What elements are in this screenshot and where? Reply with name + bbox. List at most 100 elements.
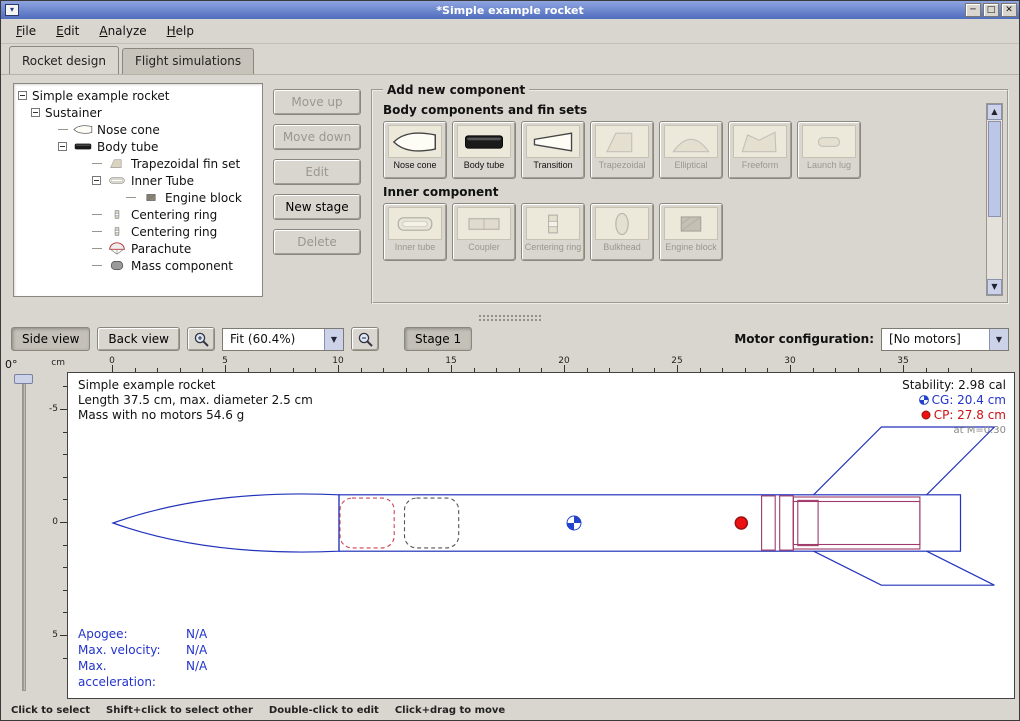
title-bar[interactable]: ▾ *Simple example rocket ─ □ ✕ <box>1 1 1019 19</box>
move-down-button[interactable]: Move down <box>273 124 361 150</box>
tree-item-label: Inner Tube <box>131 174 194 188</box>
splitter-grip-icon[interactable] <box>478 314 542 321</box>
centering-ring-1-outline <box>762 496 776 550</box>
scroll-down-icon[interactable]: ▼ <box>987 279 1002 295</box>
tree-item-icon <box>106 208 128 221</box>
menu-item[interactable]: File <box>7 21 45 41</box>
lower-fin-outline[interactable] <box>814 551 995 585</box>
nose-cone-outline[interactable] <box>113 494 339 552</box>
scrollbar-thumb[interactable] <box>988 121 1001 217</box>
rocket-name: Simple example rocket <box>78 378 313 393</box>
motor-mount-group[interactable] <box>762 496 920 550</box>
action-button-column: Move up Move down Edit New stage Delete <box>273 83 361 304</box>
component-button-label: Centering ring <box>525 243 582 252</box>
tree-item-parachute[interactable]: Parachute <box>14 240 262 257</box>
component-button-label: Transition <box>533 161 572 170</box>
tree-expander-icon[interactable] <box>58 142 67 151</box>
delete-button[interactable]: Delete <box>273 229 361 255</box>
body-tube-outline[interactable] <box>339 495 961 551</box>
component-button-label: Body tube <box>464 161 505 170</box>
add-body-tube-button[interactable]: Body tube <box>452 121 516 179</box>
tree-item-centering-ring-2[interactable]: Centering ring <box>14 223 262 240</box>
status-hint: Shift+click to select other <box>106 705 253 716</box>
tree-item-rocket[interactable]: Simple example rocket <box>14 87 262 104</box>
add-freeform-button[interactable]: Freeform <box>728 121 792 179</box>
side-view-button[interactable]: Side view <box>11 327 90 351</box>
move-up-button[interactable]: Move up <box>273 89 361 115</box>
add-nose-cone-button[interactable]: Nose cone <box>383 121 447 179</box>
add-engine-block-button[interactable]: Engine block <box>659 203 723 261</box>
menu-item[interactable]: Edit <box>47 21 88 41</box>
add-centering-ring-button[interactable]: Centering ring <box>521 203 585 261</box>
add-coupler-button[interactable]: Coupler <box>452 203 516 261</box>
tree-item-fin-set[interactable]: Trapezoidal fin set <box>14 155 262 172</box>
mass-component-outline[interactable] <box>405 498 459 548</box>
add-elliptical-button[interactable]: Elliptical <box>659 121 723 179</box>
rotation-slider-handle[interactable] <box>14 374 33 384</box>
inner-tube-outline <box>793 497 920 549</box>
add-launch-lug-button[interactable]: Launch lug <box>797 121 861 179</box>
maximize-button[interactable]: □ <box>983 3 999 17</box>
tree-item-label: Trapezoidal fin set <box>131 157 240 171</box>
tree-item-nose-cone[interactable]: Nose cone <box>14 121 262 138</box>
menu-item[interactable]: Analyze <box>90 21 155 41</box>
tree-expander-icon[interactable] <box>92 176 101 185</box>
add-trapezoidal-button[interactable]: Trapezoidal <box>590 121 654 179</box>
tab-rocket-design[interactable]: Rocket design <box>9 46 119 75</box>
tree-item-label: Centering ring <box>131 208 217 222</box>
component-icon <box>388 207 442 240</box>
zoom-out-button[interactable] <box>351 327 379 351</box>
close-button[interactable]: ✕ <box>1001 3 1017 17</box>
tree-line <box>126 197 136 198</box>
zoom-in-icon <box>193 331 210 348</box>
back-view-button[interactable]: Back view <box>97 327 180 351</box>
tree-item-sustainer[interactable]: Sustainer <box>14 104 262 121</box>
add-bulkhead-button[interactable]: Bulkhead <box>590 203 654 261</box>
motor-configuration-select[interactable]: [No motors] ▼ <box>881 328 1009 351</box>
status-bar: Click to select Shift+click to select ot… <box>1 701 1019 720</box>
minimize-button[interactable]: ─ <box>965 3 981 17</box>
tree-expander-icon[interactable] <box>18 91 27 100</box>
component-button-label: Freeform <box>742 161 779 170</box>
component-icon <box>733 125 787 158</box>
tree-item-inner-tube[interactable]: Inner Tube <box>14 172 262 189</box>
chevron-down-icon[interactable]: ▼ <box>324 329 343 350</box>
add-inner-tube-button[interactable]: Inner tube <box>383 203 447 261</box>
cg-icon <box>919 395 929 405</box>
tree-item-body-tube[interactable]: Body tube <box>14 138 262 155</box>
component-tree[interactable]: Simple example rocket Sustainer <box>13 83 263 297</box>
component-icon <box>526 207 580 240</box>
menu-item[interactable]: Help <box>158 21 203 41</box>
component-button-label: Launch lug <box>807 161 851 170</box>
edit-button[interactable]: Edit <box>273 159 361 185</box>
chevron-down-icon[interactable]: ▼ <box>989 329 1008 350</box>
tree-item-icon <box>106 259 128 272</box>
ruler-unit-label: cm <box>45 356 67 372</box>
parachute-outline[interactable] <box>340 498 394 548</box>
rocket-canvas[interactable]: Simple example rocket Length 37.5 cm, ma… <box>67 372 1015 699</box>
apogee-value: N/A <box>186 626 207 642</box>
flight-data-block: Apogee: N/A Max. velocity: N/A Max. acce… <box>78 626 207 690</box>
tree-item-centering-ring-1[interactable]: Centering ring <box>14 206 262 223</box>
stage-1-toggle[interactable]: Stage 1 <box>404 327 472 351</box>
body-components-group-title: Body components and fin sets <box>383 103 979 117</box>
new-stage-button[interactable]: New stage <box>273 194 361 220</box>
tree-line <box>92 231 102 232</box>
component-button-label: Nose cone <box>393 161 436 170</box>
zoom-in-button[interactable] <box>187 327 215 351</box>
inner-tube-inner-line <box>793 502 920 545</box>
tab-flight-simulations[interactable]: Flight simulations <box>122 48 254 74</box>
stability-info-block: Stability: 2.98 cal CG: 20.4 cm CP: <box>902 378 1006 438</box>
motor-configuration-label: Motor configuration: <box>734 332 874 346</box>
app-window: ▾ *Simple example rocket ─ □ ✕ File Edit… <box>0 0 1020 721</box>
tree-expander-icon[interactable] <box>31 108 40 117</box>
component-panel-scrollbar[interactable]: ▲ ▼ <box>986 103 1003 296</box>
component-button-label: Inner tube <box>395 243 436 252</box>
zoom-select[interactable]: Fit (60.4%) ▼ <box>222 328 344 351</box>
panel-splitter[interactable] <box>1 312 1019 322</box>
rotation-slider-track[interactable] <box>22 382 26 691</box>
scroll-up-icon[interactable]: ▲ <box>987 104 1002 120</box>
add-transition-button[interactable]: Transition <box>521 121 585 179</box>
tree-item-engine-block[interactable]: Engine block <box>14 189 262 206</box>
tree-item-mass-component[interactable]: Mass component <box>14 257 262 274</box>
